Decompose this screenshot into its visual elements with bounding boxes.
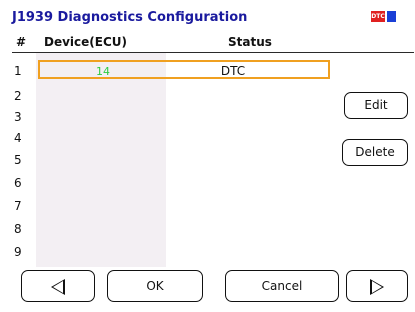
row-number: 8 — [14, 222, 22, 236]
connection-square-icon — [387, 11, 396, 22]
dtc-icon: DTC — [371, 11, 385, 22]
right-triangle-icon — [370, 278, 384, 295]
ok-button[interactable]: OK — [107, 270, 203, 302]
left-triangle-icon — [51, 278, 65, 295]
row-device[interactable]: 14 — [40, 65, 166, 78]
cancel-button[interactable]: Cancel — [225, 270, 339, 302]
row-number: 1 — [14, 64, 22, 78]
delete-button[interactable]: Delete — [342, 139, 408, 166]
row-number: 9 — [14, 245, 22, 259]
next-button[interactable] — [346, 270, 408, 302]
page-title: J1939 Diagnostics Configuration — [12, 10, 248, 25]
row-number: 2 — [14, 89, 22, 103]
row-number: 7 — [14, 199, 22, 213]
column-header-index: # — [16, 35, 27, 49]
column-header-device: Device(ECU) — [44, 35, 128, 49]
row-number: 4 — [14, 131, 22, 145]
previous-button[interactable] — [21, 270, 95, 302]
status-icons: DTC — [371, 11, 396, 22]
edit-button[interactable]: Edit — [344, 92, 408, 119]
row-status[interactable]: DTC — [168, 64, 298, 78]
row-number: 3 — [14, 110, 22, 124]
row-number: 6 — [14, 176, 22, 190]
row-number: 5 — [14, 153, 22, 167]
device-column-shade — [36, 53, 166, 267]
column-header-status: Status — [228, 35, 272, 49]
